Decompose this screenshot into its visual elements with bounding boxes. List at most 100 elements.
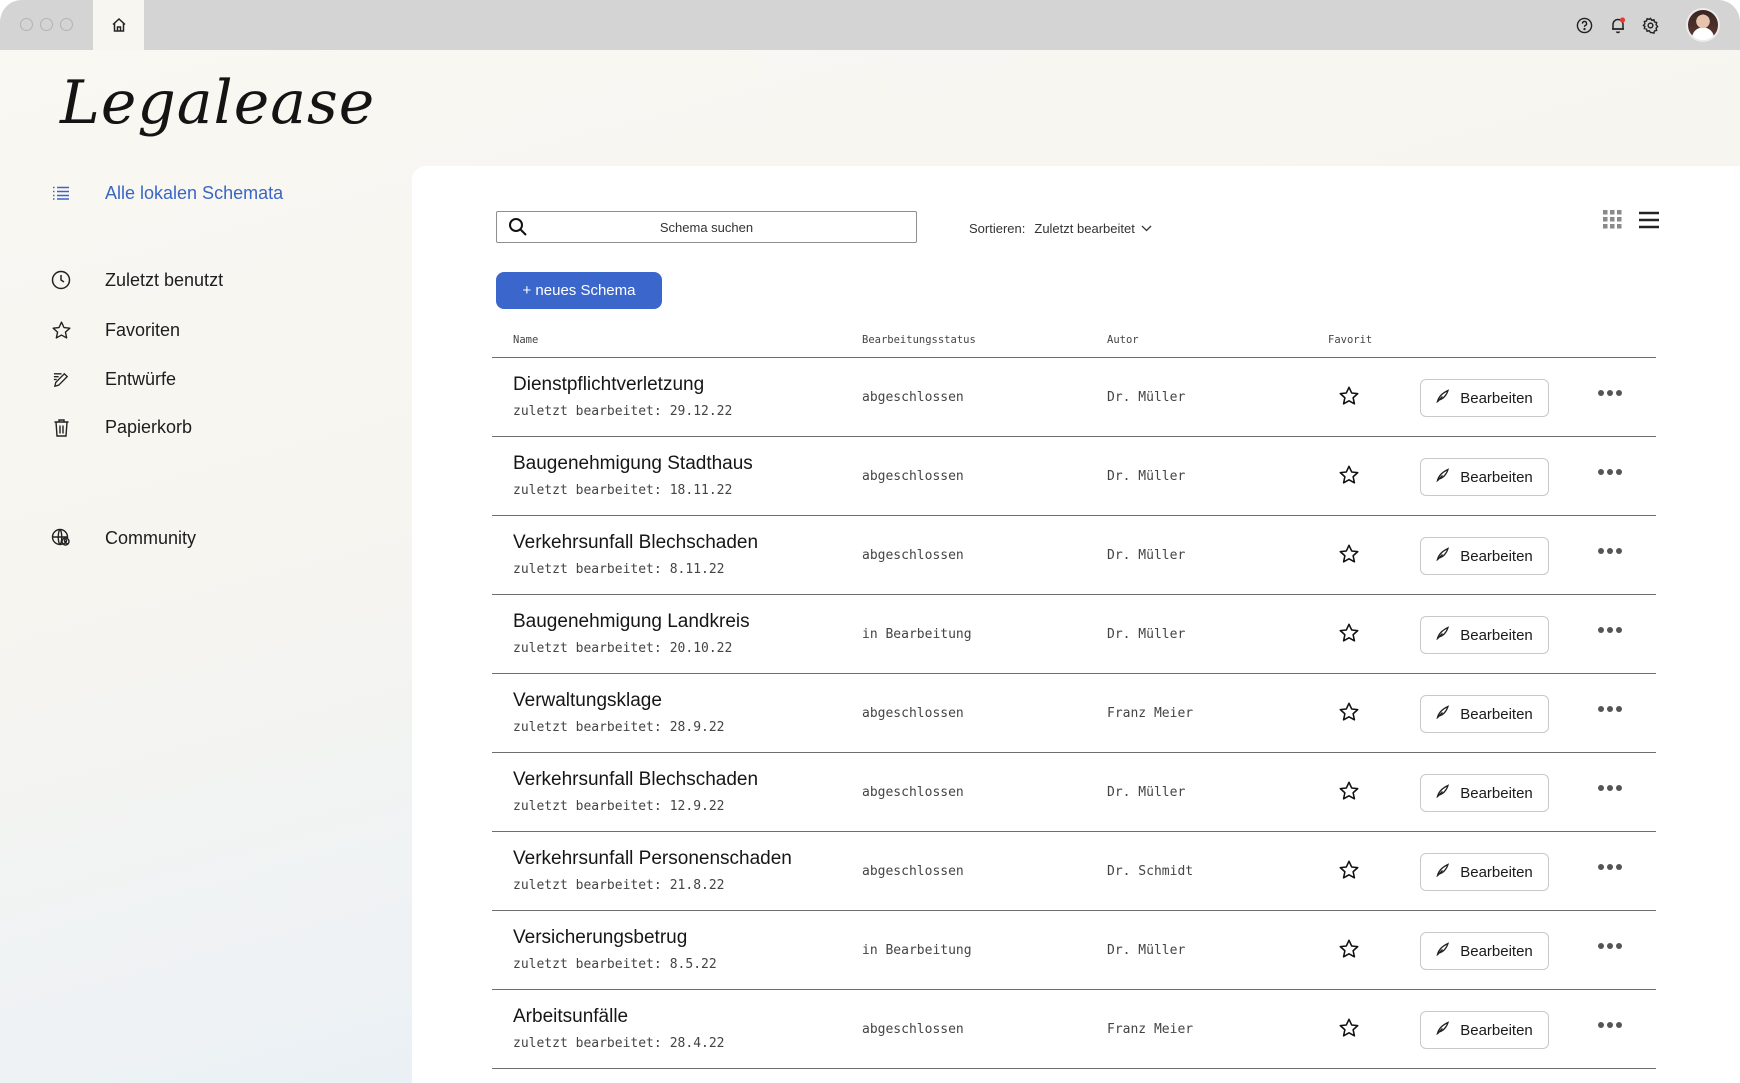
edit-button-label: Bearbeiten xyxy=(1460,468,1533,486)
last-edited-date: 29.12.22 xyxy=(669,404,733,419)
last-edited-date: 28.9.22 xyxy=(669,720,725,735)
header-status[interactable]: Bearbeitungsstatus xyxy=(862,334,976,346)
author-value: Franz Meier xyxy=(1107,706,1194,721)
more-options-icon[interactable] xyxy=(1598,1022,1622,1028)
last-edited-date: 28.4.22 xyxy=(669,1036,725,1051)
main-panel: Sortieren: Zuletzt bearbeitet + neues Sc xyxy=(412,166,1740,1083)
list-view-icon[interactable] xyxy=(1638,211,1660,234)
table-row[interactable]: Arbeitsunfälle zuletzt bearbeitet: 28.4.22… xyxy=(492,990,1656,1069)
favorite-star-icon[interactable] xyxy=(1338,385,1360,412)
more-options-icon[interactable] xyxy=(1598,548,1622,554)
table-row[interactable]: Baugenehmigung Landkreis zuletzt bearbeit… xyxy=(492,595,1656,674)
pen-icon xyxy=(1436,468,1450,486)
sidebar-item-label: Entwürfe xyxy=(105,368,177,389)
table-row[interactable]: Baugenehmigung Stadthaus zuletzt bearbeit… xyxy=(492,437,1656,516)
edit-button[interactable]: Bearbeiten xyxy=(1420,932,1549,970)
favorite-star-icon[interactable] xyxy=(1338,701,1360,728)
schema-name[interactable]: Verwaltungsklage xyxy=(513,690,662,712)
table-row[interactable]: Verkehrsunfall Blechschaden zuletzt bearb… xyxy=(492,516,1656,595)
more-options-icon[interactable] xyxy=(1598,706,1622,712)
favorite-star-icon[interactable] xyxy=(1338,464,1360,491)
favorite-star-icon[interactable] xyxy=(1338,543,1360,570)
favorite-star-icon[interactable] xyxy=(1338,859,1360,886)
more-options-icon[interactable] xyxy=(1598,390,1622,396)
schema-name[interactable]: Verkehrsunfall Personenschaden xyxy=(513,848,792,870)
last-edited: zuletzt bearbeitet: 8.11.22 xyxy=(513,562,725,577)
more-options-icon[interactable] xyxy=(1598,785,1622,791)
new-schema-button[interactable]: + neues Schema xyxy=(496,272,662,309)
clock-icon xyxy=(50,269,72,291)
pen-icon xyxy=(1436,626,1450,644)
author-value: Dr. Schmidt xyxy=(1107,864,1194,879)
more-options-icon[interactable] xyxy=(1598,627,1622,633)
status-value: abgeschlossen xyxy=(862,469,964,484)
help-icon[interactable] xyxy=(1575,16,1594,35)
sidebar-item-recent[interactable]: Zuletzt benutzt xyxy=(50,269,223,291)
grid-view-icon[interactable] xyxy=(1603,210,1622,234)
edit-button[interactable]: Bearbeiten xyxy=(1420,379,1549,417)
status-value: abgeschlossen xyxy=(862,785,964,800)
header-author[interactable]: Autor xyxy=(1107,334,1139,346)
sidebar-item-favorites[interactable]: Favoriten xyxy=(50,319,180,341)
sidebar-item-label: Community xyxy=(105,527,197,548)
sidebar-item-trash[interactable]: Papierkorb xyxy=(50,416,192,438)
edit-button[interactable]: Bearbeiten xyxy=(1420,853,1549,891)
search-input[interactable] xyxy=(497,212,916,242)
schema-name[interactable]: Baugenehmigung Stadthaus xyxy=(513,453,753,475)
last-edited-date: 8.11.22 xyxy=(669,562,725,577)
sidebar-item-drafts[interactable]: Entwürfe xyxy=(50,368,176,390)
edit-button[interactable]: Bearbeiten xyxy=(1420,458,1549,496)
sidebar-item-label: Papierkorb xyxy=(105,416,193,437)
avatar[interactable] xyxy=(1686,8,1720,42)
edit-button[interactable]: Bearbeiten xyxy=(1420,774,1549,812)
edit-button[interactable]: Bearbeiten xyxy=(1420,537,1549,575)
sidebar-item-label: Favoriten xyxy=(105,319,181,340)
edit-button-label: Bearbeiten xyxy=(1460,389,1533,407)
sort-dropdown[interactable]: Zuletzt bearbeitet xyxy=(1034,221,1152,236)
sort-value: Zuletzt bearbeitet xyxy=(1034,221,1135,236)
header-name[interactable]: Name xyxy=(513,334,538,346)
minimize-window-button[interactable] xyxy=(40,18,53,31)
schema-name[interactable]: Baugenehmigung Landkreis xyxy=(513,611,750,633)
schema-name[interactable]: Verkehrsunfall Blechschaden xyxy=(513,532,758,554)
schema-name[interactable]: Verkehrsunfall Blechschaden xyxy=(513,769,758,791)
schema-name[interactable]: Dienstpflichtverletzung xyxy=(513,374,704,396)
sidebar-item-label: Zuletzt benutzt xyxy=(105,269,224,290)
schema-name[interactable]: Arbeitsunfälle xyxy=(513,1006,628,1028)
favorite-star-icon[interactable] xyxy=(1338,938,1360,965)
favorite-star-icon[interactable] xyxy=(1338,622,1360,649)
last-edited: zuletzt bearbeitet: 18.11.22 xyxy=(513,483,732,498)
edit-button[interactable]: Bearbeiten xyxy=(1420,1011,1549,1049)
last-edited-prefix: zuletzt bearbeitet: xyxy=(513,878,662,893)
table-row[interactable]: Versicherungsbetrug zuletzt bearbeitet: 8.… xyxy=(492,911,1656,990)
home-tab[interactable] xyxy=(93,0,144,50)
schema-name[interactable]: Versicherungsbetrug xyxy=(513,927,687,949)
bell-icon[interactable] xyxy=(1608,16,1627,35)
edit-button[interactable]: Bearbeiten xyxy=(1420,616,1549,654)
favorite-star-icon[interactable] xyxy=(1338,780,1360,807)
sidebar-item-community[interactable]: Community xyxy=(50,527,196,549)
table-row[interactable]: Dienstpflichtverletzung zuletzt bearbeite… xyxy=(492,358,1656,437)
header-favorite[interactable]: Favorit xyxy=(1328,334,1372,346)
maximize-window-button[interactable] xyxy=(60,18,73,31)
search-icon xyxy=(508,217,528,242)
edit-button-label: Bearbeiten xyxy=(1460,626,1533,644)
table-row[interactable]: Verwaltungsklage zuletzt bearbeitet: 28.9.… xyxy=(492,674,1656,753)
gear-icon[interactable] xyxy=(1641,16,1660,35)
app-window: Legalease Alle lokalen Schemata Zuletzt … xyxy=(0,0,1740,1083)
last-edited-date: 20.10.22 xyxy=(669,641,733,656)
favorite-star-icon[interactable] xyxy=(1338,1017,1360,1044)
more-options-icon[interactable] xyxy=(1598,864,1622,870)
list-icon xyxy=(50,182,72,204)
edit-button[interactable]: Bearbeiten xyxy=(1420,695,1549,733)
table-row[interactable]: Verkehrsunfall Personenschaden zuletzt be… xyxy=(492,832,1656,911)
sidebar-item-all-schemas[interactable]: Alle lokalen Schemata xyxy=(50,182,283,204)
author-value: Dr. Müller xyxy=(1107,390,1186,405)
edit-button-label: Bearbeiten xyxy=(1460,863,1533,881)
more-options-icon[interactable] xyxy=(1598,469,1622,475)
view-toggle xyxy=(1603,210,1660,234)
last-edited: zuletzt bearbeitet: 8.5.22 xyxy=(513,957,717,972)
more-options-icon[interactable] xyxy=(1598,943,1622,949)
table-row[interactable]: Verkehrsunfall Blechschaden zuletzt bearb… xyxy=(492,753,1656,832)
close-window-button[interactable] xyxy=(20,18,33,31)
